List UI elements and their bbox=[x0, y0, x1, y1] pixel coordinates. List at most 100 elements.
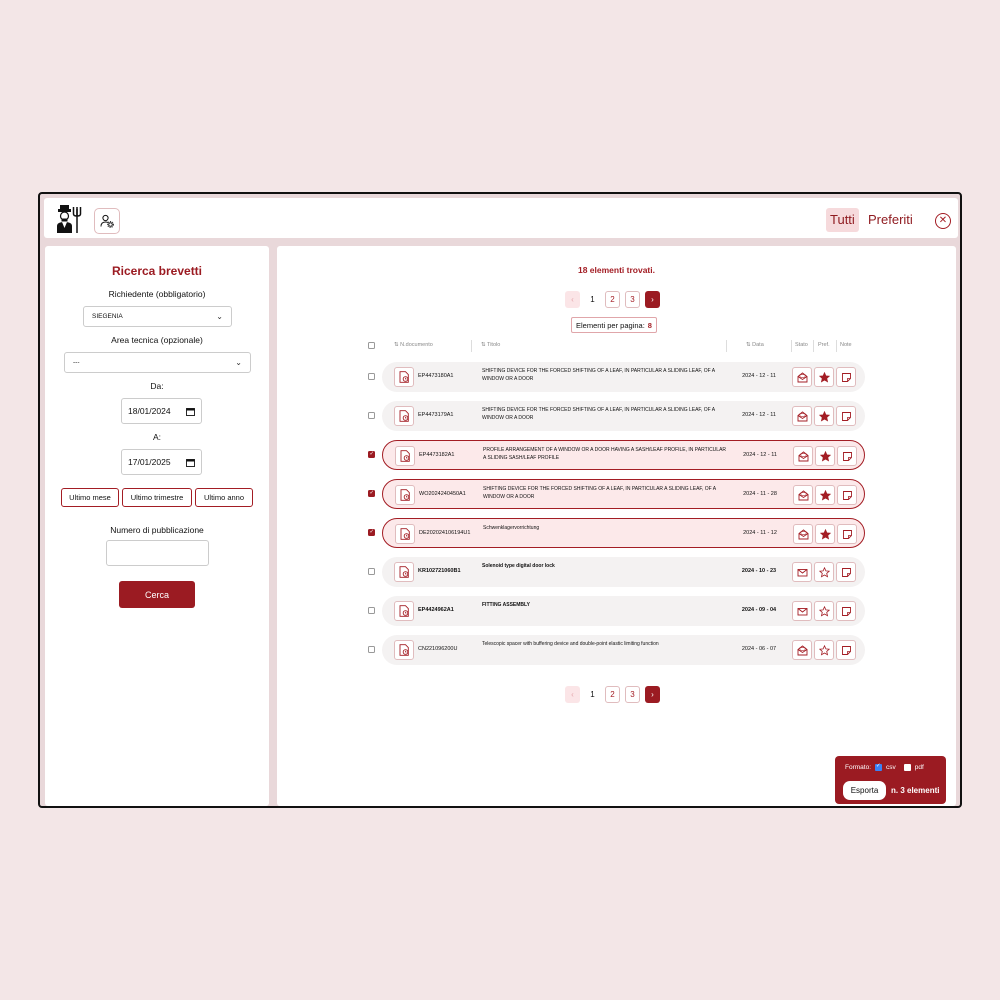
mail-open-icon[interactable] bbox=[793, 446, 813, 466]
document-date: 2024 - 10 - 23 bbox=[741, 568, 777, 574]
row-checkbox[interactable] bbox=[368, 529, 375, 536]
from-date-input[interactable]: 18/01/2024 bbox=[121, 398, 202, 424]
next-page-button[interactable]: › bbox=[645, 686, 660, 703]
document-number: EP4473179A1 bbox=[418, 412, 454, 418]
document-number: EP4424962A1 bbox=[418, 607, 454, 613]
column-doc-header[interactable]: ⇅ N.documento bbox=[394, 342, 433, 348]
star-filled-icon[interactable] bbox=[815, 524, 835, 544]
last-year-button[interactable]: Ultimo anno bbox=[195, 488, 253, 507]
note-icon[interactable] bbox=[837, 446, 857, 466]
last-month-button[interactable]: Ultimo mese bbox=[61, 488, 119, 507]
row-checkbox[interactable] bbox=[368, 646, 375, 653]
row-checkbox[interactable] bbox=[368, 490, 375, 497]
mail-closed-icon[interactable] bbox=[792, 562, 812, 582]
export-count: n. 3 elementi bbox=[891, 786, 940, 795]
row-checkbox[interactable] bbox=[368, 607, 375, 614]
last-quarter-button[interactable]: Ultimo trimestre bbox=[122, 488, 192, 507]
note-icon[interactable] bbox=[836, 406, 856, 426]
per-page-selector[interactable]: Elementi per pagina: 8 bbox=[571, 317, 657, 333]
per-page-label: Elementi per pagina: bbox=[576, 320, 645, 330]
to-date-input[interactable]: 17/01/2025 bbox=[121, 449, 202, 475]
star-filled-icon[interactable] bbox=[815, 485, 835, 505]
document-icon[interactable] bbox=[395, 446, 415, 466]
export-button[interactable]: Esporta bbox=[843, 781, 886, 800]
next-page-button[interactable]: › bbox=[645, 291, 660, 308]
row-checkbox[interactable] bbox=[368, 451, 375, 458]
table-row[interactable]: EP4473179A1 SHIFTING DEVICE FOR THE FORCE… bbox=[382, 401, 865, 431]
table-row[interactable]: KR102721060B1 Solenoid type digital door … bbox=[382, 557, 865, 587]
document-icon[interactable] bbox=[395, 524, 415, 544]
column-doc-label: N.documento bbox=[400, 342, 433, 348]
page-2-button[interactable]: 2 bbox=[605, 686, 620, 703]
document-icon[interactable] bbox=[394, 562, 414, 582]
note-icon[interactable] bbox=[836, 640, 856, 660]
document-icon[interactable] bbox=[394, 406, 414, 426]
document-number: WO2024240450A1 bbox=[419, 491, 466, 497]
star-outline-icon[interactable] bbox=[814, 562, 834, 582]
column-title-header[interactable]: ⇅ Titolo bbox=[481, 342, 500, 348]
user-settings-button[interactable] bbox=[94, 208, 120, 234]
mail-open-icon[interactable] bbox=[793, 485, 813, 505]
csv-checkbox[interactable] bbox=[875, 763, 883, 771]
select-all-checkbox[interactable] bbox=[368, 342, 375, 349]
close-icon[interactable]: ✕ bbox=[935, 213, 951, 229]
document-icon[interactable] bbox=[394, 601, 414, 621]
search-button[interactable]: Cerca bbox=[119, 581, 195, 608]
mail-open-icon[interactable] bbox=[792, 367, 812, 387]
export-format: Formato: csv pdf bbox=[845, 763, 924, 771]
applicant-select[interactable]: SIEGENIA ⌄ bbox=[83, 306, 232, 327]
page-1-button[interactable]: 1 bbox=[585, 686, 600, 703]
table-row[interactable]: EP4424962A1 FITTING ASSEMBLY 2024 - 09 - 0… bbox=[382, 596, 865, 626]
page-3-button[interactable]: 3 bbox=[625, 686, 640, 703]
calendar-icon[interactable] bbox=[186, 407, 195, 416]
mail-open-icon[interactable] bbox=[792, 406, 812, 426]
note-icon[interactable] bbox=[836, 562, 856, 582]
pdf-checkbox[interactable] bbox=[903, 764, 911, 771]
star-filled-icon[interactable] bbox=[815, 446, 835, 466]
document-title: PROFILE ARRANGEMENT OF A WINDOW OR A DOO… bbox=[483, 447, 727, 461]
sidebar-title: Ricerca brevetti bbox=[111, 264, 203, 278]
publication-number-input[interactable] bbox=[106, 540, 209, 566]
tab-tutti[interactable]: Tutti bbox=[826, 208, 859, 232]
star-filled-icon[interactable] bbox=[814, 367, 834, 387]
page-2-button[interactable]: 2 bbox=[605, 291, 620, 308]
column-date-header[interactable]: ⇅ Data bbox=[746, 342, 764, 348]
document-icon[interactable] bbox=[394, 367, 414, 387]
document-icon[interactable] bbox=[395, 485, 415, 505]
document-title: Telescopic spacer with buffering device … bbox=[482, 641, 659, 647]
prev-page-button[interactable]: ‹ bbox=[565, 291, 580, 308]
table-row[interactable]: EP4473182A1 PROFILE ARRANGEMENT OF A WIND… bbox=[382, 440, 865, 470]
table-row[interactable]: CN221096200U Telescopic spacer with buffe… bbox=[382, 635, 865, 665]
chevron-down-icon: ⌄ bbox=[235, 358, 242, 367]
mail-open-icon[interactable] bbox=[793, 524, 813, 544]
page-3-button[interactable]: 3 bbox=[625, 291, 640, 308]
document-title: SHIFTING DEVICE FOR THE FORCED SHIFTING … bbox=[482, 407, 715, 421]
calendar-icon[interactable] bbox=[186, 458, 195, 467]
row-checkbox[interactable] bbox=[368, 568, 375, 575]
page-1-button[interactable]: 1 bbox=[585, 291, 600, 308]
note-icon[interactable] bbox=[836, 367, 856, 387]
table-row[interactable]: WO2024240450A1 SHIFTING DEVICE FOR THE FO… bbox=[382, 479, 865, 509]
table-row[interactable]: EP4473180A1 SHIFTING DEVICE FOR THE FORCE… bbox=[382, 362, 865, 392]
note-icon[interactable] bbox=[837, 524, 857, 544]
user-gear-icon bbox=[100, 214, 114, 228]
star-outline-icon[interactable] bbox=[814, 640, 834, 660]
from-label: Da: bbox=[150, 381, 164, 391]
prev-page-button[interactable]: ‹ bbox=[565, 686, 580, 703]
search-sidebar: Ricerca brevetti Richiedente (obbligator… bbox=[45, 246, 269, 806]
table-row[interactable]: DE202024106194U1 Schwenklagervorrichtung 2… bbox=[382, 518, 865, 548]
star-filled-icon[interactable] bbox=[814, 406, 834, 426]
note-icon[interactable] bbox=[836, 601, 856, 621]
note-icon[interactable] bbox=[837, 485, 857, 505]
row-checkbox[interactable] bbox=[368, 373, 375, 380]
row-checkbox[interactable] bbox=[368, 412, 375, 419]
mail-closed-icon[interactable] bbox=[792, 601, 812, 621]
tab-preferiti[interactable]: Preferiti bbox=[864, 208, 917, 232]
farmer-icon[interactable] bbox=[54, 204, 84, 234]
to-date-value: 17/01/2025 bbox=[128, 457, 171, 467]
document-icon[interactable] bbox=[394, 640, 414, 660]
area-select[interactable]: --- ⌄ bbox=[64, 352, 251, 373]
mail-open-icon[interactable] bbox=[792, 640, 812, 660]
star-outline-icon[interactable] bbox=[814, 601, 834, 621]
to-label: A: bbox=[152, 432, 162, 442]
